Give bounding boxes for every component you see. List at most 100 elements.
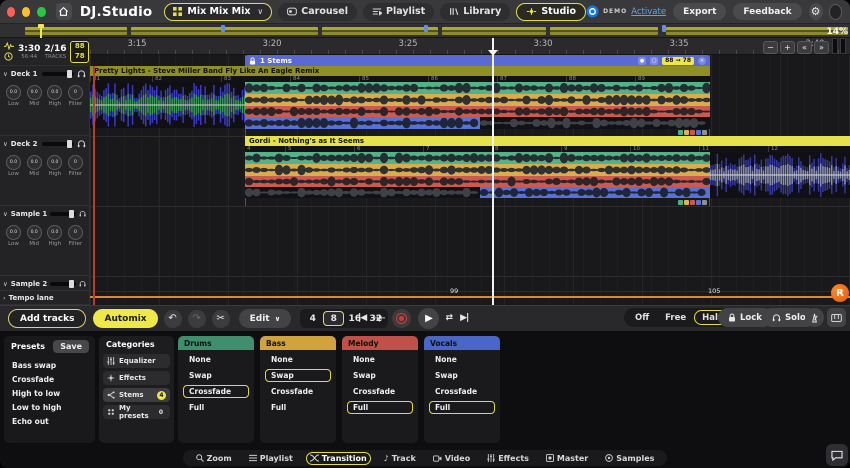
sample2-volume-slider[interactable] xyxy=(50,282,76,286)
headphones-icon[interactable] xyxy=(77,69,86,78)
tab-zoom[interactable]: Zoom xyxy=(192,452,236,465)
skip-previous-button[interactable]: |◀ xyxy=(358,313,366,323)
drums-option-full[interactable]: Full xyxy=(183,401,249,414)
mix-selector-dropdown[interactable]: Mix Mix Mix ∨ xyxy=(164,3,272,21)
scroll-right-button[interactable]: » xyxy=(814,41,829,54)
mode-off-button[interactable]: Off xyxy=(627,310,657,325)
filter-knob[interactable]: 0Filter xyxy=(67,155,84,177)
keyboard-button[interactable] xyxy=(827,308,846,327)
chevron-down-icon[interactable]: ∨ xyxy=(3,280,8,288)
vocals-option-swap[interactable]: Swap xyxy=(429,369,495,382)
filter-knob[interactable]: 0Filter xyxy=(67,85,84,107)
tempo-lane-panel[interactable]: › Tempo lane xyxy=(0,291,90,305)
activate-link[interactable]: Activate xyxy=(631,7,666,17)
automix-button[interactable]: Automix xyxy=(93,309,157,328)
bass-option-full[interactable]: Full xyxy=(265,401,331,414)
tab-track[interactable]: ♪ Track xyxy=(380,452,420,465)
drums-option-none[interactable]: None xyxy=(183,353,249,366)
melody-option-none[interactable]: None xyxy=(347,353,413,366)
nav-library[interactable]: Library xyxy=(440,3,510,21)
melody-option-crossfade[interactable]: Crossfade xyxy=(347,385,413,398)
mid-knob[interactable]: 0.0Mid xyxy=(26,85,43,107)
loop-button[interactable]: ⇄ xyxy=(446,313,454,323)
deck1-volume-slider[interactable] xyxy=(42,72,74,76)
record-button[interactable] xyxy=(392,309,411,328)
headphones-icon[interactable] xyxy=(79,209,86,218)
scroll-left-button[interactable]: « xyxy=(797,41,812,54)
cut-button[interactable]: ✂ xyxy=(212,310,230,328)
overview-playhead-handle[interactable] xyxy=(38,24,44,38)
window-minimize-icon[interactable] xyxy=(22,7,30,17)
tab-transition[interactable]: Transition xyxy=(306,452,371,465)
stems-bpm-badge[interactable]: 88 → 78 xyxy=(662,57,694,65)
tempo-automation-line[interactable] xyxy=(90,296,850,298)
headphones-icon[interactable] xyxy=(79,279,86,288)
stems-dot-button[interactable]: ● xyxy=(638,57,646,65)
vocals-option-none[interactable]: None xyxy=(429,353,495,366)
bass-option-none[interactable]: None xyxy=(265,353,331,366)
vocals-option-crossfade[interactable]: Crossfade xyxy=(429,385,495,398)
edit-dropdown[interactable]: Edit ∨ xyxy=(239,309,292,328)
bars-4-button[interactable]: 4 xyxy=(302,311,323,326)
redo-button[interactable]: ↷ xyxy=(188,310,206,328)
timeline-ruler[interactable]: 3:15 3:20 3:25 3:30 3:35 3:40 xyxy=(90,38,850,55)
add-tracks-button[interactable]: Add tracks xyxy=(8,309,86,328)
vocals-option-full[interactable]: Full xyxy=(429,401,495,414)
window-zoom-icon[interactable] xyxy=(37,7,45,17)
nav-playlist[interactable]: Playlist xyxy=(363,3,434,21)
zoom-in-button[interactable]: + xyxy=(780,41,795,54)
melody-option-swap[interactable]: Swap xyxy=(347,369,413,382)
preset-item[interactable]: Low to high xyxy=(12,401,95,415)
melody-option-full[interactable]: Full xyxy=(347,401,413,414)
stems-expand-button[interactable]: ▢ xyxy=(650,57,658,65)
nav-studio[interactable]: Studio xyxy=(516,3,586,21)
window-close-icon[interactable] xyxy=(7,7,15,17)
mix-overview-strip[interactable] xyxy=(0,24,850,38)
mid-knob[interactable]: 0.0Mid xyxy=(26,225,43,247)
mid-knob[interactable]: 0.0Mid xyxy=(26,155,43,177)
high-knob[interactable]: 0.0High xyxy=(46,225,63,247)
play-button[interactable]: ▶ xyxy=(418,308,439,329)
chevron-down-icon[interactable]: ∨ xyxy=(3,210,8,218)
category-equalizer[interactable]: Equalizer xyxy=(103,354,170,368)
category-effects[interactable]: Effects xyxy=(103,371,170,385)
drums-option-crossfade[interactable]: Crossfade xyxy=(183,385,249,398)
chat-launcher-button[interactable] xyxy=(826,444,848,466)
track1-title-bar[interactable]: Pretty Lights - Steve Miller Band Fly Li… xyxy=(90,66,710,76)
tab-master[interactable]: Master xyxy=(542,452,592,465)
timeline-arrangement[interactable]: 1 Stems ● ▢ 88 → 78 ✕ Pretty Lights - St… xyxy=(90,55,850,305)
preset-item[interactable]: Crossfade xyxy=(12,373,95,387)
nav-carousel[interactable]: Carousel xyxy=(278,3,357,21)
chevron-right-icon[interactable]: › xyxy=(3,294,6,302)
chevron-down-icon[interactable]: ∨ xyxy=(3,140,8,148)
track1-stem-indicator-icons[interactable] xyxy=(678,130,707,135)
tab-effects[interactable]: Effects xyxy=(483,452,533,465)
feedback-button[interactable]: Feedback xyxy=(733,3,801,20)
undo-button[interactable]: ↶ xyxy=(164,310,182,328)
deck2-volume-slider[interactable] xyxy=(42,142,74,146)
tab-playlist[interactable]: Playlist xyxy=(245,452,297,465)
category-my-presets[interactable]: My presets 0 xyxy=(103,405,170,419)
high-knob[interactable]: 0.0High xyxy=(46,155,63,177)
mode-free-button[interactable]: Free xyxy=(657,310,694,325)
metronome-button[interactable] xyxy=(805,308,824,327)
bpm-transition-display[interactable]: 88 78 xyxy=(70,41,89,63)
preset-item[interactable]: Bass swap xyxy=(12,359,95,373)
save-preset-button[interactable]: Save xyxy=(53,340,89,353)
preset-item[interactable]: High to low xyxy=(12,387,95,401)
zoom-out-button[interactable]: − xyxy=(763,41,778,54)
bass-option-crossfade[interactable]: Crossfade xyxy=(265,385,331,398)
tab-samples[interactable]: Samples xyxy=(601,452,658,465)
avatar[interactable] xyxy=(829,4,842,20)
drums-option-swap[interactable]: Swap xyxy=(183,369,249,382)
sample1-volume-slider[interactable] xyxy=(50,212,76,216)
stems-region-bar[interactable]: 1 Stems ● ▢ 88 → 78 ✕ xyxy=(245,55,710,66)
tab-video[interactable]: Video xyxy=(429,452,474,465)
headphones-icon[interactable] xyxy=(77,139,86,148)
track2-title-bar[interactable]: Gordi - Nothing's as It Seems xyxy=(245,136,850,146)
bass-option-swap[interactable]: Swap xyxy=(265,369,331,382)
home-button[interactable] xyxy=(56,3,72,20)
playhead-handle[interactable] xyxy=(488,50,498,56)
export-button[interactable]: Export xyxy=(673,3,726,20)
chevron-down-icon[interactable]: ∨ xyxy=(3,70,8,78)
